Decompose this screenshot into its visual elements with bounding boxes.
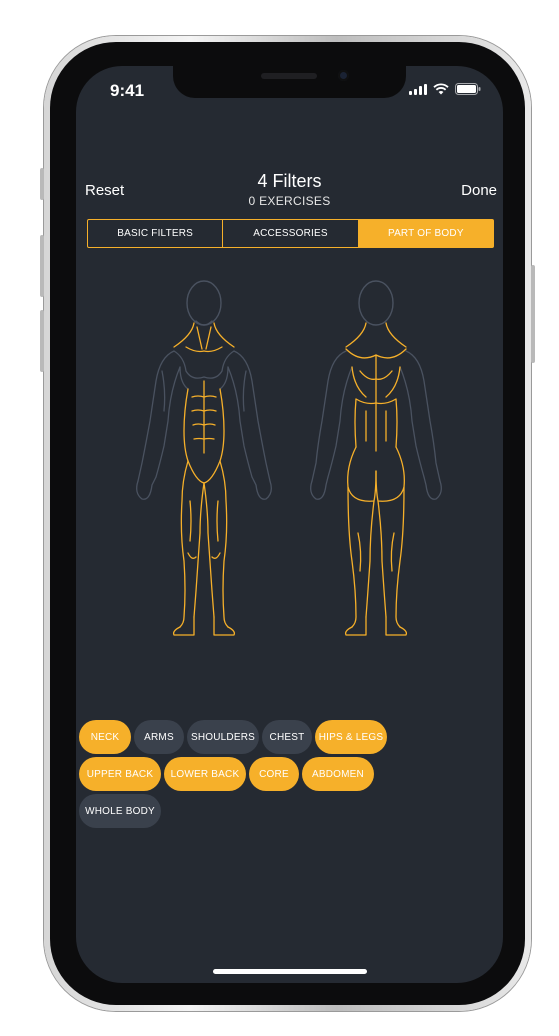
back-hips-legs[interactable] xyxy=(344,446,408,636)
app-screen: 9:41 Reset 4 Filters 0 EXERCISES Done BA… xyxy=(76,66,503,983)
body-back-figure[interactable] xyxy=(310,280,442,636)
chip-shoulders[interactable]: SHOULDERS xyxy=(187,720,259,754)
chip-lower-back[interactable]: LOWER BACK xyxy=(164,757,246,791)
front-hips-legs[interactable] xyxy=(172,460,236,636)
speaker-grille xyxy=(261,73,317,79)
front-abdomen[interactable] xyxy=(183,380,225,462)
status-time: 9:41 xyxy=(110,81,145,100)
wifi-icon xyxy=(433,83,449,95)
chip-hips-legs[interactable]: HIPS & LEGS xyxy=(315,720,387,754)
chip-chest[interactable]: CHEST xyxy=(262,720,312,754)
signal-icon xyxy=(409,84,427,95)
front-head xyxy=(186,280,222,326)
home-indicator[interactable] xyxy=(213,969,367,974)
chip-whole-body[interactable]: WHOLE BODY xyxy=(79,794,161,828)
volume-up-button xyxy=(40,235,44,297)
body-front-figure[interactable] xyxy=(136,280,272,636)
status-icons xyxy=(409,83,481,95)
notch xyxy=(173,66,406,98)
body-map xyxy=(136,280,442,636)
front-camera xyxy=(338,70,349,81)
chip-arms[interactable]: ARMS xyxy=(134,720,184,754)
power-button xyxy=(531,265,535,363)
tab-part-of-body[interactable]: PART OF BODY xyxy=(358,220,493,247)
chip-abdomen[interactable]: ABDOMEN xyxy=(302,757,374,791)
back-head xyxy=(358,280,394,326)
silent-switch xyxy=(40,168,44,200)
chip-upper-back[interactable]: UPPER BACK xyxy=(79,757,161,791)
filters-title: 4 Filters xyxy=(257,171,322,191)
chip-core[interactable]: CORE xyxy=(249,757,299,791)
filter-tabs: BASIC FILTERS ACCESSORIES PART OF BODY xyxy=(87,219,494,248)
exercise-count: 0 EXERCISES xyxy=(248,194,331,208)
tab-basic-filters[interactable]: BASIC FILTERS xyxy=(88,220,224,247)
volume-down-button xyxy=(40,310,44,372)
chip-neck[interactable]: NECK xyxy=(79,720,131,754)
tab-accessories[interactable]: ACCESSORIES xyxy=(223,220,359,247)
battery-icon xyxy=(455,83,481,95)
front-neck[interactable] xyxy=(173,322,235,353)
done-button[interactable]: Done xyxy=(461,182,497,199)
